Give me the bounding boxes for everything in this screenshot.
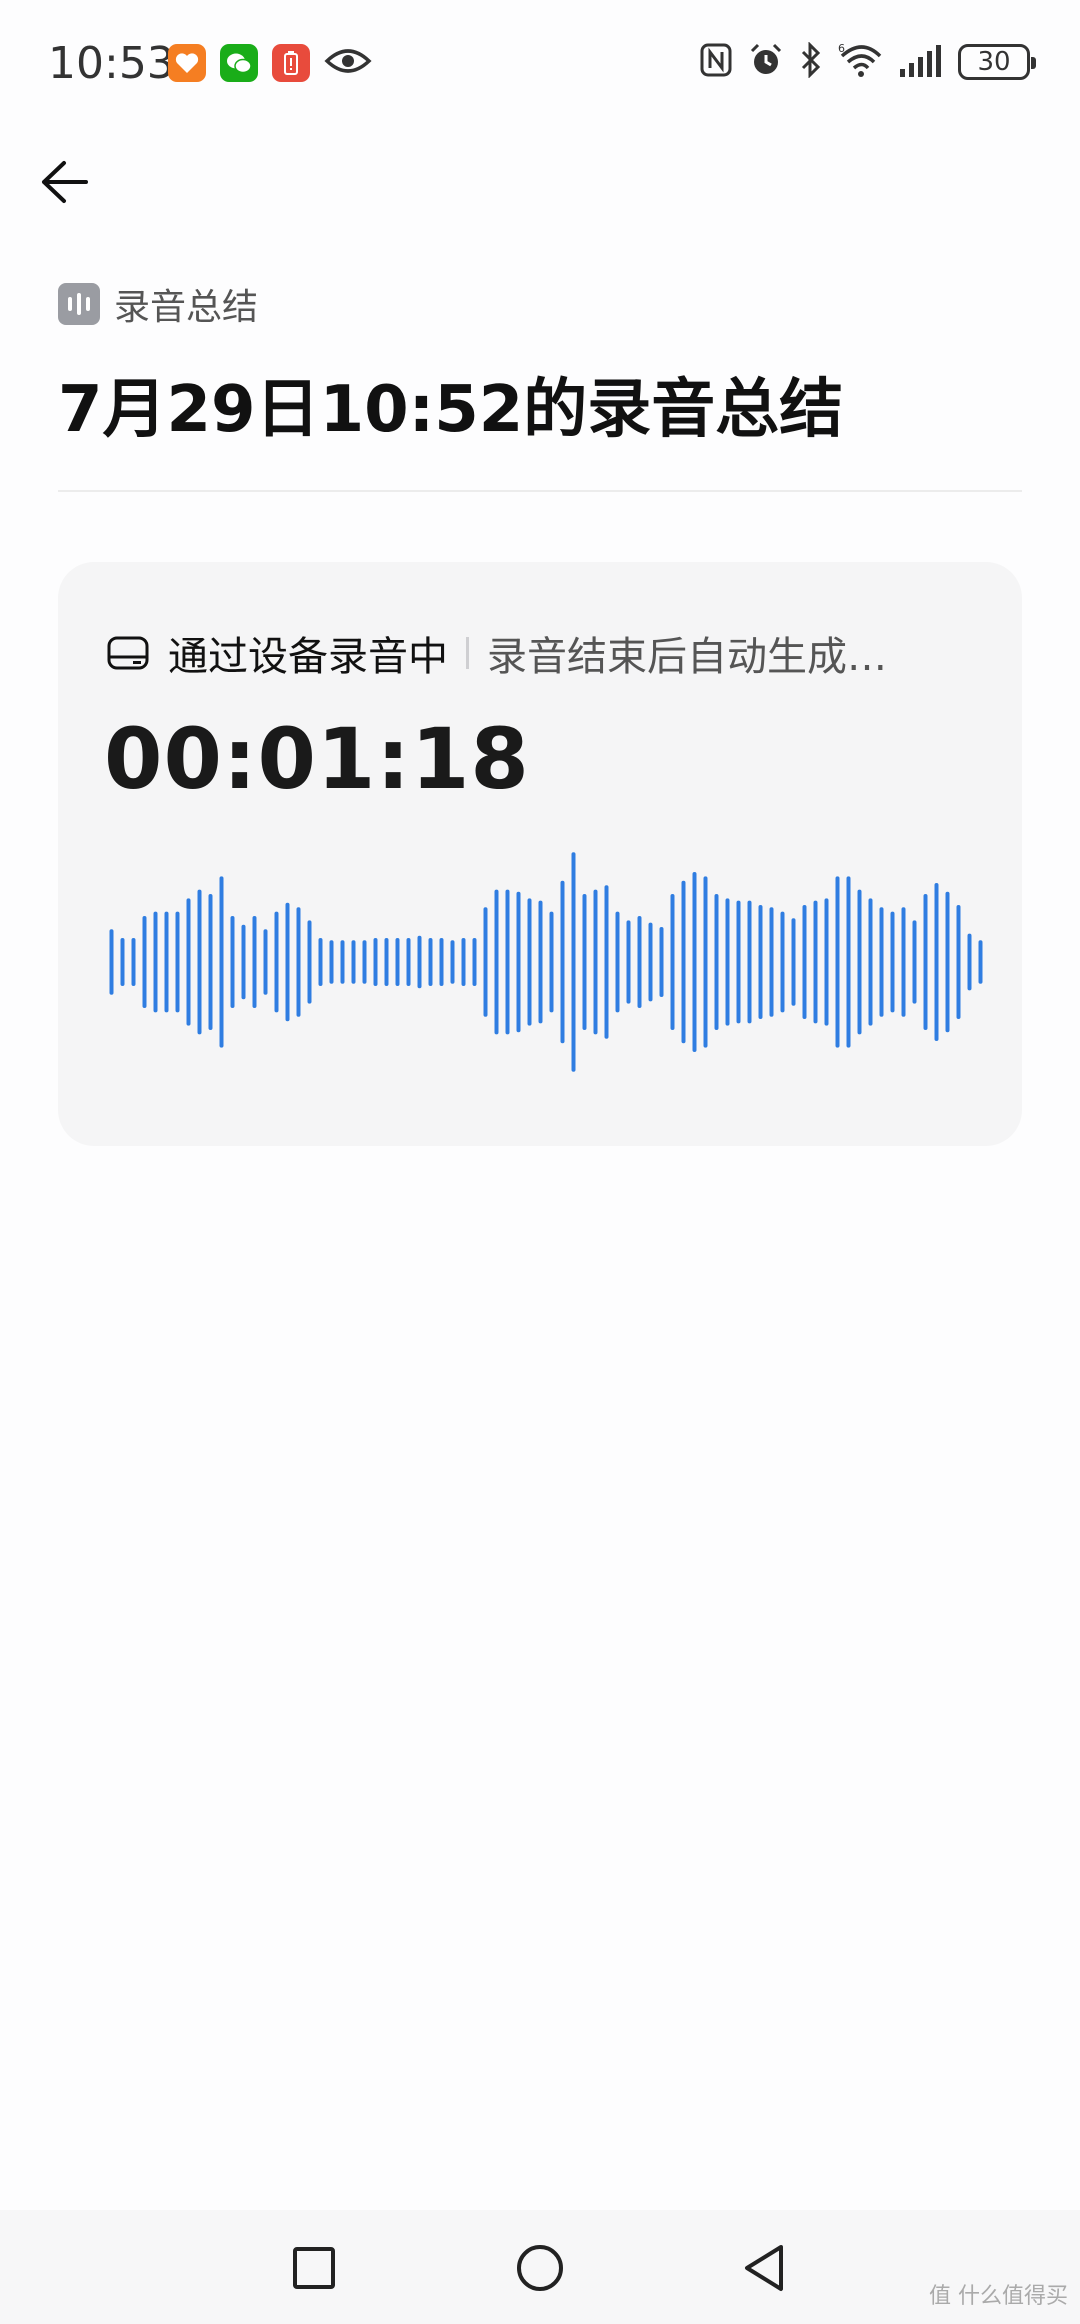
screen: 10:53 6 30 录音总结 7月29日10:52的录音总结 通过设备录音中 … bbox=[0, 0, 1080, 2324]
category-row: 录音总结 bbox=[58, 278, 258, 330]
navigation-bar: 值 什么值得买 bbox=[0, 2210, 1080, 2324]
recording-status-row: 通过设备录音中 录音结束后自动生成… bbox=[106, 624, 986, 682]
category-label: 录音总结 bbox=[114, 287, 259, 328]
svg-text:6: 6 bbox=[838, 42, 845, 55]
wechat-icon bbox=[220, 44, 258, 82]
home-circle-icon bbox=[517, 2245, 563, 2291]
status-separator bbox=[466, 637, 469, 669]
back-button[interactable] bbox=[32, 150, 96, 214]
device-icon bbox=[107, 636, 149, 670]
wifi-6-icon: 6 bbox=[838, 42, 882, 82]
audio-wave-icon bbox=[58, 283, 100, 325]
watermark: 值 什么值得买 bbox=[929, 2284, 1068, 2309]
nfc-icon bbox=[700, 43, 732, 81]
system-icons: 6 30 bbox=[700, 41, 1036, 82]
home-button[interactable] bbox=[510, 2238, 570, 2298]
alarm-icon bbox=[748, 42, 784, 82]
status-time: 10:53 bbox=[48, 38, 175, 89]
taobao-icon bbox=[168, 44, 206, 82]
recents-square-icon bbox=[293, 2247, 335, 2289]
recents-button[interactable] bbox=[284, 2238, 344, 2298]
recording-status-hint: 录音结束后自动生成… bbox=[487, 634, 887, 680]
status-bar: 10:53 6 30 bbox=[0, 0, 1080, 130]
page-title: 7月29日10:52的录音总结 bbox=[58, 373, 844, 447]
divider bbox=[58, 490, 1022, 492]
nav-back-button[interactable] bbox=[734, 2238, 794, 2298]
recording-timer: 00:01:18 bbox=[104, 710, 530, 808]
recording-status-label: 通过设备录音中 bbox=[168, 634, 448, 680]
signal-icon bbox=[898, 43, 942, 81]
back-triangle-icon bbox=[745, 2245, 783, 2291]
notification-icons bbox=[168, 44, 372, 82]
bluetooth-icon bbox=[800, 41, 822, 82]
arrow-left-icon bbox=[42, 161, 88, 203]
battery-level: 30 bbox=[977, 47, 1011, 77]
battery-alert-icon bbox=[272, 44, 310, 82]
recording-card: 通过设备录音中 录音结束后自动生成… 00:01:18 bbox=[58, 562, 1022, 1146]
eye-icon bbox=[324, 45, 372, 81]
battery-indicator: 30 bbox=[958, 44, 1036, 80]
audio-waveform bbox=[109, 852, 983, 1072]
